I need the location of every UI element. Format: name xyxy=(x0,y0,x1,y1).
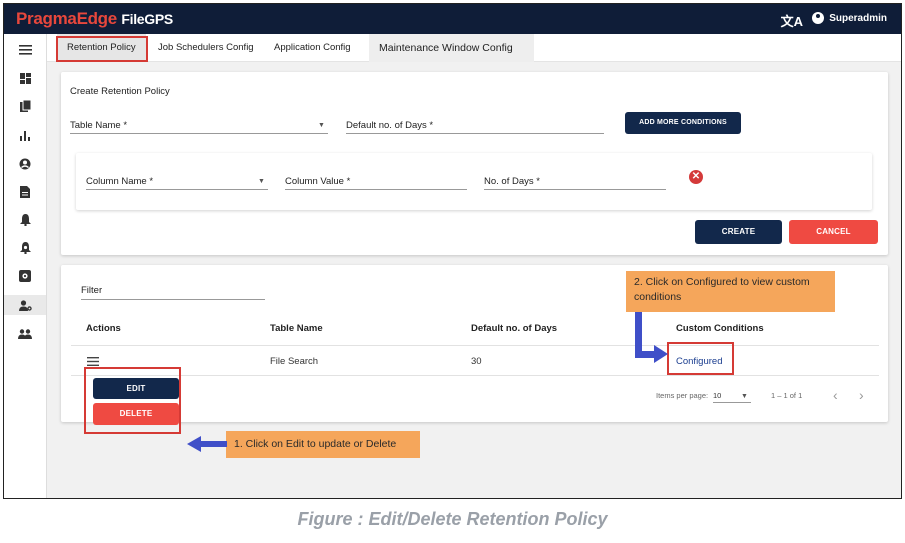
items-per-page-underline xyxy=(713,402,751,403)
range-label: 1 – 1 of 1 xyxy=(771,391,803,400)
highlight-edit-delete xyxy=(84,367,181,434)
table-name-underline xyxy=(70,133,328,134)
figure-caption: Figure : Edit/Delete Retention Policy xyxy=(297,509,608,529)
dropdown-arrow-icon[interactable]: ▼ xyxy=(741,393,748,400)
files-icon[interactable] xyxy=(4,96,46,116)
tab-application-config[interactable]: Application Config xyxy=(264,34,361,62)
header-custom-conditions[interactable]: Custom Conditions xyxy=(676,323,764,334)
no-of-days-input[interactable]: No. of Days * xyxy=(484,176,540,187)
default-days-underline xyxy=(346,133,604,134)
default-days-input[interactable]: Default no. of Days * xyxy=(346,120,433,131)
top-bar: PragmaEdge FileGPS 文A Superadmin xyxy=(4,4,901,34)
column-name-underline xyxy=(86,189,268,190)
column-name-select[interactable]: Column Name * xyxy=(86,176,153,187)
alert-icon[interactable] xyxy=(4,210,46,230)
next-page-icon[interactable]: › xyxy=(859,387,864,403)
filter-input[interactable]: Filter xyxy=(81,285,102,296)
group-icon[interactable] xyxy=(4,324,46,344)
create-button[interactable]: CREATE xyxy=(695,220,782,244)
dropdown-arrow-icon[interactable]: ▼ xyxy=(318,122,325,129)
bar-chart-icon[interactable] xyxy=(4,126,46,146)
menu-icon[interactable] xyxy=(4,40,46,60)
tab-maintenance-window-config[interactable]: Maintenance Window Config xyxy=(369,34,534,62)
translate-icon[interactable]: 文A xyxy=(781,11,803,30)
header-table-name[interactable]: Table Name xyxy=(270,323,323,334)
header-divider xyxy=(71,345,879,346)
remove-condition-icon[interactable]: ✕ xyxy=(689,170,703,184)
highlight-retention-tab xyxy=(56,36,148,62)
callout-edit-delete: 1. Click on Edit to update or Delete xyxy=(226,431,420,458)
user-name: Superadmin xyxy=(829,12,887,24)
add-more-conditions-button[interactable]: ADD MORE CONDITIONS xyxy=(625,112,741,134)
account-icon[interactable] xyxy=(4,154,46,174)
items-per-page-select[interactable]: 10 xyxy=(713,391,721,400)
callout-configured: 2. Click on Configured to view custom co… xyxy=(626,271,835,312)
tab-job-schedulers-config[interactable]: Job Schedulers Config xyxy=(148,34,264,62)
condition-card: Column Name * ▼ Column Value * No. of Da… xyxy=(76,153,872,210)
column-value-underline xyxy=(285,189,467,190)
settings-box-icon[interactable] xyxy=(4,266,46,286)
cell-default-days: 30 xyxy=(471,356,482,367)
alert-settings-icon[interactable] xyxy=(4,238,46,258)
app-window: PragmaEdge FileGPS 文A Superadmin Retenti… xyxy=(3,3,902,499)
cell-table-name: File Search xyxy=(270,356,319,367)
document-icon[interactable] xyxy=(4,182,46,202)
no-of-days-underline xyxy=(484,189,666,190)
create-form-title: Create Retention Policy xyxy=(70,86,170,97)
previous-page-icon[interactable]: ‹ xyxy=(833,387,838,403)
dropdown-arrow-icon[interactable]: ▼ xyxy=(258,178,265,185)
table-name-select[interactable]: Table Name * xyxy=(70,120,127,131)
dashboard-icon[interactable] xyxy=(4,68,46,88)
arrow-left-icon xyxy=(187,436,227,452)
arrow-configured-shaft xyxy=(635,312,642,356)
filter-underline xyxy=(81,299,265,300)
cancel-button[interactable]: CANCEL xyxy=(789,220,878,244)
user-menu[interactable]: Superadmin xyxy=(812,12,887,24)
tab-bar: Retention Policy Job Schedulers Config A… xyxy=(47,34,901,62)
create-retention-card: Create Retention Policy Table Name * ▼ D… xyxy=(61,72,888,255)
header-actions: Actions xyxy=(86,323,121,334)
sidebar xyxy=(4,34,47,498)
row-divider xyxy=(71,375,879,376)
brand-logo: PragmaEdge FileGPS xyxy=(16,9,173,28)
header-default-days[interactable]: Default no. of Days xyxy=(471,323,557,334)
arrow-right-icon xyxy=(654,345,668,363)
highlight-configured xyxy=(667,342,734,375)
account-circle-icon xyxy=(812,12,825,24)
user-settings-icon[interactable] xyxy=(4,295,46,315)
column-value-input[interactable]: Column Value * xyxy=(285,176,350,187)
items-per-page-label: Items per page: xyxy=(656,391,709,400)
